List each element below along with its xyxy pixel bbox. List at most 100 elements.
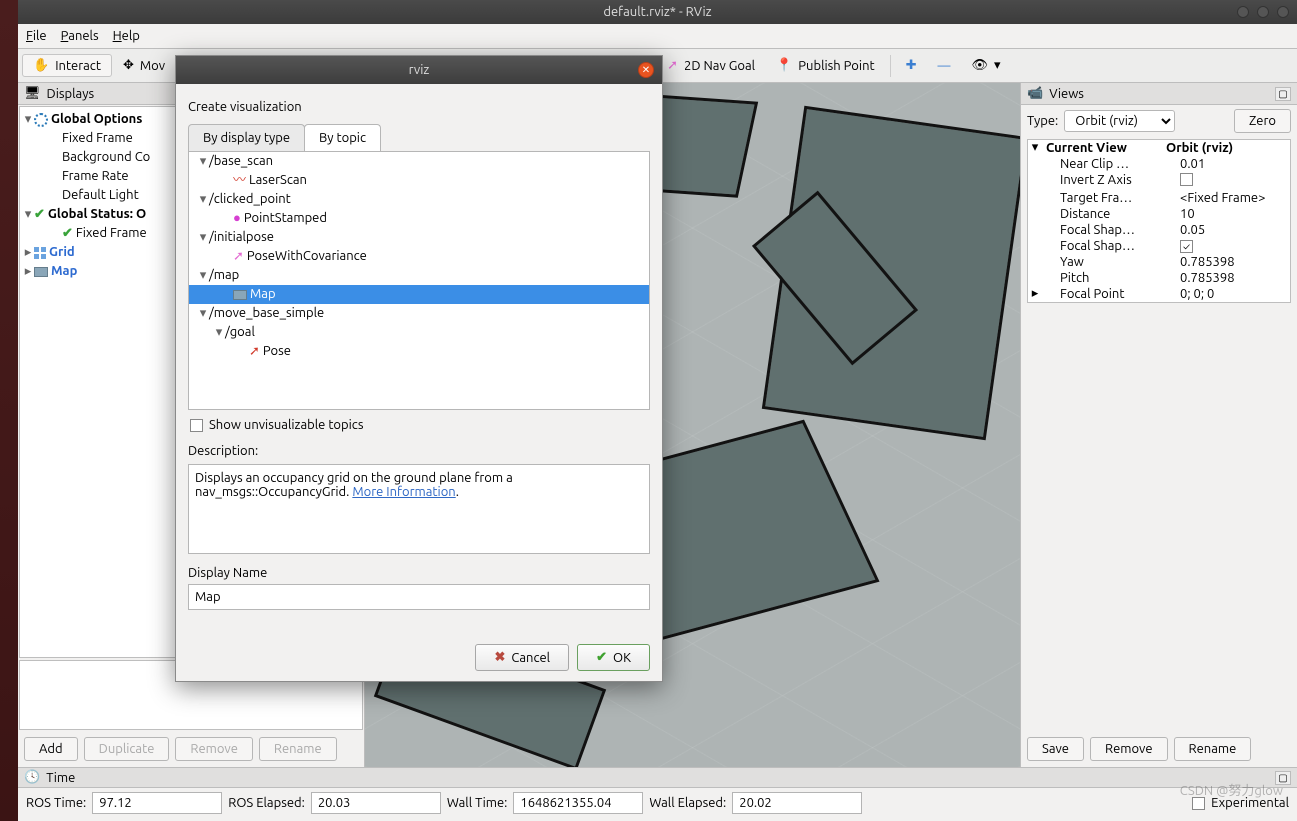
- ok-icon: ✔: [34, 206, 45, 223]
- wall-elapsed-label: Wall Elapsed:: [649, 796, 726, 810]
- pin-icon: 📍: [776, 58, 792, 73]
- camera-icon: 📹: [1027, 86, 1043, 101]
- focal-shape-checkbox[interactable]: ✓: [1180, 240, 1193, 253]
- pose-icon: ➚: [233, 248, 244, 265]
- ok-icon: ✔: [62, 225, 73, 242]
- views-rename-button[interactable]: Rename: [1174, 737, 1252, 761]
- ok-button[interactable]: ✔OK: [577, 644, 650, 671]
- menu-help[interactable]: Help: [113, 29, 140, 43]
- clock-icon: 🕓: [24, 770, 40, 785]
- publish-point-button[interactable]: 📍 Publish Point: [766, 55, 885, 76]
- maximize-icon[interactable]: [1257, 6, 1269, 18]
- topic-base-scan[interactable]: /base_scan: [209, 153, 273, 170]
- pose-icon: ➚: [249, 343, 260, 360]
- menu-panels[interactable]: Panels: [61, 29, 99, 43]
- arrow-icon: ➚: [667, 58, 678, 73]
- tree-item-global-options[interactable]: Global Options: [51, 111, 142, 128]
- show-unviz-checkbox[interactable]: [190, 419, 203, 432]
- views-properties[interactable]: ▾Current ViewOrbit (rviz) Near Clip …0.0…: [1027, 139, 1291, 303]
- views-type-select[interactable]: Orbit (rviz): [1064, 110, 1175, 132]
- wall-time-label: Wall Time:: [447, 796, 508, 810]
- nav-goal-button[interactable]: ➚ 2D Nav Goal: [657, 55, 765, 76]
- plus-icon: ✚: [906, 58, 917, 73]
- description-box: Displays an occupancy grid on the ground…: [188, 464, 650, 554]
- topic-initialpose[interactable]: /initialpose: [209, 229, 274, 246]
- views-save-button[interactable]: Save: [1027, 737, 1084, 761]
- map-icon: [34, 267, 48, 277]
- type-laserscan[interactable]: LaserScan: [249, 172, 307, 189]
- ros-time-label: ROS Time:: [26, 796, 86, 810]
- type-map[interactable]: Map: [250, 286, 276, 303]
- panel-close-icon[interactable]: ▢: [1275, 87, 1291, 101]
- time-panel-title: 🕓 Time ▢: [18, 768, 1297, 788]
- cancel-button[interactable]: ✖Cancel: [475, 644, 569, 671]
- cancel-icon: ✖: [494, 650, 505, 665]
- minus-icon: —: [938, 59, 951, 73]
- description-label: Description:: [188, 440, 650, 462]
- more-information-link[interactable]: More Information: [352, 485, 455, 499]
- topic-map[interactable]: /map: [209, 267, 239, 284]
- wall-elapsed-input[interactable]: 20.02: [732, 792, 862, 814]
- display-name-input[interactable]: [188, 584, 650, 610]
- window-title: default.rviz* - RViz: [603, 5, 711, 19]
- move-icon: ✥: [123, 58, 134, 73]
- topic-goal[interactable]: /goal: [225, 324, 255, 341]
- eye-icon: 👁: [971, 58, 988, 73]
- menu-file[interactable]: File: [26, 29, 47, 43]
- add-button[interactable]: Add: [24, 737, 78, 761]
- tree-item-map[interactable]: Map: [51, 263, 77, 280]
- separator: [890, 55, 891, 77]
- add-tool-button[interactable]: ✚: [896, 55, 927, 76]
- tree-item-bg-color[interactable]: Background Co: [62, 149, 150, 166]
- views-panel-title: 📹 Views ▢: [1021, 83, 1297, 105]
- ok-icon: ✔: [596, 650, 607, 665]
- ros-elapsed-label: ROS Elapsed:: [228, 796, 305, 810]
- type-posewithcov[interactable]: PoseWithCovariance: [247, 248, 367, 265]
- remove-tool-button[interactable]: —: [928, 56, 961, 76]
- dialog-heading: Create visualization: [188, 92, 650, 118]
- tab-by-display-type[interactable]: By display type: [188, 124, 305, 151]
- dialog-titlebar: rviz ✕: [176, 56, 662, 84]
- ros-time-input[interactable]: 97.12: [92, 792, 222, 814]
- watermark: CSDN @努力glow: [1180, 780, 1283, 799]
- duplicate-button[interactable]: Duplicate: [84, 737, 170, 761]
- laserscan-icon: 〰: [233, 172, 246, 189]
- minimize-icon[interactable]: [1237, 6, 1249, 18]
- monitor-icon: 🖥: [24, 86, 41, 101]
- tree-item-fixed-frame[interactable]: Fixed Frame: [62, 130, 133, 147]
- tree-item-default-light[interactable]: Default Light: [62, 187, 139, 204]
- tree-item-fixed-frame-status[interactable]: Fixed Frame: [76, 225, 147, 242]
- visibility-button[interactable]: 👁▾: [961, 55, 1010, 76]
- topic-move-base[interactable]: /move_base_simple: [209, 305, 324, 322]
- zero-button[interactable]: Zero: [1234, 109, 1291, 133]
- move-camera-button[interactable]: ✥ Mov: [113, 55, 175, 76]
- invert-z-checkbox[interactable]: [1180, 173, 1193, 186]
- tree-item-frame-rate[interactable]: Frame Rate: [62, 168, 129, 185]
- tree-item-global-status[interactable]: Global Status: O: [48, 206, 146, 223]
- close-icon[interactable]: [1277, 6, 1289, 18]
- dialog-title: rviz: [409, 63, 430, 77]
- views-type-label: Type:: [1027, 114, 1058, 128]
- ros-elapsed-input[interactable]: 20.03: [311, 792, 441, 814]
- wall-time-input[interactable]: 1648621355.04: [513, 792, 643, 814]
- display-name-label: Display Name: [188, 554, 650, 580]
- topic-tree[interactable]: ▾/base_scan 〰 LaserScan ▾/clicked_point …: [188, 152, 650, 410]
- tree-item-grid[interactable]: Grid: [49, 244, 75, 261]
- views-remove-button[interactable]: Remove: [1090, 737, 1168, 761]
- map-icon: [233, 290, 247, 300]
- interact-button[interactable]: ✋ Interact: [22, 54, 112, 77]
- rename-button[interactable]: Rename: [259, 737, 337, 761]
- dialog-close-icon[interactable]: ✕: [638, 62, 654, 78]
- topic-clicked-point[interactable]: /clicked_point: [209, 191, 291, 208]
- show-unviz-label: Show unvisualizable topics: [209, 418, 363, 432]
- ubuntu-side-strip: [0, 0, 18, 821]
- remove-button[interactable]: Remove: [175, 737, 253, 761]
- create-visualization-dialog: rviz ✕ Create visualization By display t…: [175, 55, 663, 682]
- tab-by-topic[interactable]: By topic: [304, 124, 381, 151]
- type-pose[interactable]: Pose: [263, 343, 291, 360]
- grid-icon: [34, 247, 46, 259]
- menubar: File Panels Help: [18, 24, 1297, 49]
- point-icon: ●: [233, 210, 241, 227]
- main-titlebar: default.rviz* - RViz: [18, 0, 1297, 24]
- type-pointstamped[interactable]: PointStamped: [244, 210, 327, 227]
